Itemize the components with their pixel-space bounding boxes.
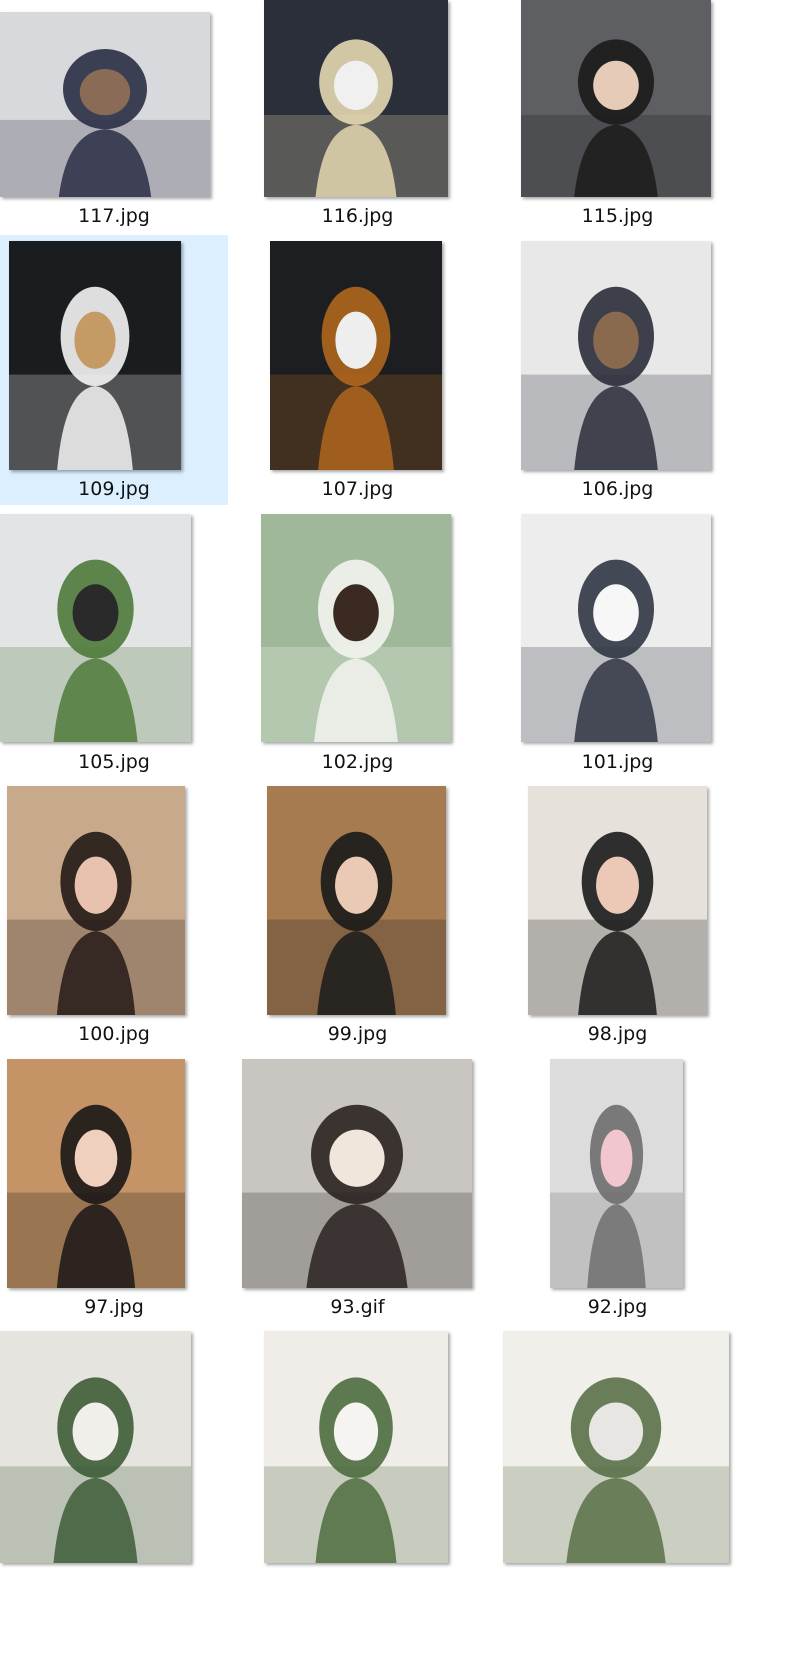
photo-thumbnail[interactable]	[9, 241, 181, 470]
photo-thumbnail[interactable]	[267, 786, 446, 1015]
file-item-partial[interactable]	[255, 1325, 460, 1668]
file-item-115[interactable]: 115.jpg	[515, 0, 720, 232]
photo-image	[521, 0, 711, 197]
photo-thumbnail[interactable]	[264, 0, 448, 197]
photo-thumbnail[interactable]	[521, 0, 711, 197]
photo-image	[267, 786, 446, 1015]
file-name-label: 100.jpg	[78, 1023, 150, 1045]
animated-thumbnail[interactable]	[242, 1059, 472, 1288]
photo-image	[503, 1331, 729, 1563]
photo-image	[521, 514, 711, 742]
photo-thumbnail[interactable]	[264, 1331, 448, 1563]
photo-image	[550, 1059, 683, 1288]
file-name-label: 115.jpg	[581, 205, 654, 227]
photo-thumbnail[interactable]	[7, 786, 185, 1015]
photo-image	[521, 241, 711, 470]
file-name-label: 92.jpg	[587, 1296, 648, 1318]
file-item-109[interactable]: 109.jpg	[0, 235, 228, 505]
photo-image	[261, 514, 451, 742]
file-name-label: 101.jpg	[581, 751, 654, 773]
photo-thumbnail[interactable]	[0, 1331, 191, 1563]
photo-thumbnail[interactable]	[550, 1059, 683, 1288]
photo-thumbnail[interactable]	[521, 514, 711, 742]
photo-thumbnail[interactable]	[503, 1331, 729, 1563]
photo-image	[270, 241, 442, 470]
file-thumbnail-grid: 117.jpg 116.jpg 115.jpg 109.jpg 107.jpg …	[0, 0, 786, 1668]
file-item-97[interactable]: 97.jpg	[0, 1053, 228, 1323]
file-item-105[interactable]: 105.jpg	[0, 508, 228, 778]
file-name-label: 107.jpg	[321, 478, 394, 500]
photo-thumbnail[interactable]	[261, 514, 451, 742]
file-item-98[interactable]: 98.jpg	[515, 780, 720, 1050]
file-name-label: 116.jpg	[321, 205, 394, 227]
photo-image	[0, 514, 191, 742]
photo-image	[528, 786, 707, 1015]
photo-image	[264, 1331, 448, 1563]
file-item-92[interactable]: 92.jpg	[515, 1053, 720, 1323]
file-item-117[interactable]: 117.jpg	[0, 0, 228, 232]
photo-thumbnail[interactable]	[0, 514, 191, 742]
photo-image	[264, 0, 448, 197]
file-name-label: 93.gif	[330, 1296, 385, 1318]
file-item-partial[interactable]	[495, 1325, 735, 1668]
photo-thumbnail[interactable]	[521, 241, 711, 470]
file-item-116[interactable]: 116.jpg	[255, 0, 460, 232]
photo-image	[7, 786, 185, 1015]
file-name-label: 106.jpg	[581, 478, 654, 500]
photo-image	[242, 1059, 472, 1288]
file-item-102[interactable]: 102.jpg	[255, 508, 460, 778]
file-name-label: 105.jpg	[78, 751, 150, 773]
file-name-label: 97.jpg	[84, 1296, 144, 1318]
file-item-93[interactable]: 93.gif	[230, 1053, 485, 1323]
photo-thumbnail[interactable]	[0, 12, 210, 197]
file-item-partial[interactable]	[0, 1325, 228, 1668]
photo-thumbnail[interactable]	[528, 786, 707, 1015]
file-name-label: 109.jpg	[78, 478, 150, 500]
photo-thumbnail[interactable]	[7, 1059, 185, 1288]
file-item-106[interactable]: 106.jpg	[515, 235, 720, 505]
photo-thumbnail[interactable]	[270, 241, 442, 470]
file-item-100[interactable]: 100.jpg	[0, 780, 228, 1050]
file-item-99[interactable]: 99.jpg	[255, 780, 460, 1050]
photo-image	[7, 1059, 185, 1288]
file-name-label: 99.jpg	[327, 1023, 388, 1045]
photo-image	[9, 241, 181, 470]
photo-image	[0, 1331, 191, 1563]
file-name-label: 98.jpg	[587, 1023, 648, 1045]
photo-image	[0, 12, 210, 197]
file-item-107[interactable]: 107.jpg	[255, 235, 460, 505]
file-name-label: 117.jpg	[78, 205, 150, 227]
file-name-label: 102.jpg	[321, 751, 394, 773]
file-item-101[interactable]: 101.jpg	[515, 508, 720, 778]
